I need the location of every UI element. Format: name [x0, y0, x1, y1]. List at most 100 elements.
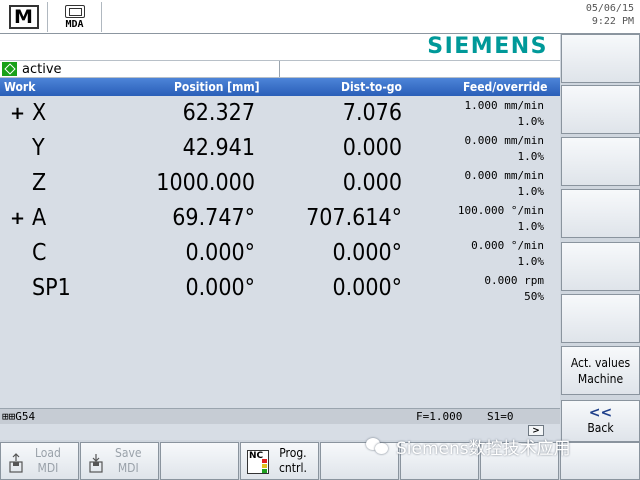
status-row: active — [0, 60, 560, 78]
axis-dist-to-go: 7.076 — [342, 100, 402, 126]
mda-mode-button[interactable]: MDA — [48, 2, 102, 32]
act-values-label-line2: Machine — [577, 371, 624, 386]
work-offset-text: ⊞⊞G54 — [2, 410, 36, 423]
brand-row: SIEMENS — [0, 34, 560, 60]
axis-position: 0.000° — [185, 275, 255, 301]
back-button[interactable]: << Back — [561, 400, 640, 442]
load-mdi-label: Load MDI — [35, 446, 61, 476]
axis-name: C — [32, 240, 47, 266]
axis-name: X — [32, 100, 47, 126]
vertical-softkey-5[interactable] — [561, 242, 640, 291]
time-text: 9:22 PM — [591, 16, 634, 27]
main-panel: SIEMENS active Work Position [mm] Dist-t… — [0, 34, 560, 440]
override-value: 1.0% — [517, 150, 545, 163]
status-divider — [279, 61, 280, 77]
axis-feed: 0.000 °/min 1.0% — [471, 238, 544, 270]
prog-cntrl-label: Prog. cntrl. — [279, 446, 307, 476]
top-bar: M MDA 05/06/15 9:22 PM — [0, 0, 640, 34]
vertical-softkey-1[interactable] — [561, 34, 640, 83]
header-dist-to-go: Dist-to-go — [341, 80, 402, 94]
feed-value: 0.000 mm/min — [464, 169, 544, 182]
machine-mode-icon: M — [8, 5, 39, 29]
axis-name: SP1 — [32, 275, 71, 301]
machine-mode-button[interactable]: M — [0, 2, 48, 32]
axis-name: Y — [32, 135, 45, 161]
axis-row-z: Z 1000.000 0.000 0.000 mm/min 1.0% — [0, 168, 560, 203]
axis-row-a: + A 69.747° 707.614° 100.000 °/min 1.0% — [0, 203, 560, 238]
feed-value: 100.000 °/min — [457, 204, 544, 217]
mda-icon — [64, 4, 85, 18]
axis-dist-to-go: 0.000° — [332, 275, 402, 301]
horizontal-softkey-3[interactable] — [160, 442, 239, 480]
table-header: Work Position [mm] Dist-to-go Feed/overr… — [0, 78, 560, 96]
axis-mark: + — [10, 103, 26, 124]
feed-value: 0.000 °/min — [471, 239, 544, 252]
act-values-machine-button[interactable]: Act. values Machine — [561, 346, 640, 395]
back-label: Back — [587, 421, 614, 435]
wechat-logo-icon — [366, 436, 390, 456]
axis-feed: 0.000 mm/min 1.0% — [465, 133, 544, 165]
load-mdi-button[interactable]: Load MDI — [0, 442, 79, 480]
axis-name: A — [32, 205, 47, 231]
feed-rate-text: F=1.000 — [416, 410, 463, 423]
override-value: 1.0% — [517, 185, 545, 198]
axis-row-sp1: SP1 0.000° 0.000° 0.000 rpm 50% — [0, 273, 560, 308]
axis-dist-to-go: 0.000° — [332, 240, 402, 266]
prog-cntrl-button[interactable]: NC Prog. cntrl. — [240, 442, 319, 480]
back-arrow-icon: << — [588, 405, 613, 421]
axis-dist-to-go: 0.000 — [342, 170, 402, 196]
load-mdi-line2: MDI — [37, 461, 59, 475]
header-position: Position [mm] — [174, 80, 260, 94]
feed-value: 1.000 mm/min — [464, 99, 544, 112]
override-value: 1.0% — [517, 115, 545, 128]
status-line: ⊞⊞G54 F=1.000 S1=0 — [0, 408, 560, 424]
mda-label: MDA — [65, 18, 84, 30]
prog-cntrl-line1: Prog. — [279, 446, 307, 460]
axis-feed: 1.000 mm/min 1.0% — [465, 98, 544, 130]
status-text: active — [22, 62, 62, 77]
save-mdi-line2: MDI — [117, 461, 139, 475]
siemens-logo: SIEMENS — [427, 34, 548, 59]
vertical-softkey-4[interactable] — [561, 189, 640, 238]
save-mdi-button[interactable]: Save MDI — [80, 442, 159, 480]
vertical-softkey-3[interactable] — [561, 137, 640, 186]
act-values-label-line1: Act. values — [570, 355, 631, 370]
header-feed-override: Feed/override — [463, 80, 548, 94]
traffic-light-icon — [262, 459, 267, 473]
axis-position: 0.000° — [185, 240, 255, 266]
date-time: 05/06/15 9:22 PM — [586, 2, 634, 28]
feed-value: 0.000 rpm — [484, 274, 544, 287]
axis-mark: + — [10, 208, 26, 229]
axis-row-x: + X 62.327 7.076 1.000 mm/min 1.0% — [0, 98, 560, 133]
axis-dist-to-go: 0.000 — [342, 135, 402, 161]
axis-name: Z — [32, 170, 47, 196]
axis-position: 1000.000 — [156, 170, 255, 196]
override-value: 50% — [524, 290, 544, 303]
save-mdi-line1: Save — [115, 446, 142, 460]
save-mdi-label: Save MDI — [115, 446, 142, 476]
load-icon — [9, 453, 23, 473]
save-icon — [89, 454, 103, 473]
axis-feed: 100.000 °/min 1.0% — [458, 203, 544, 235]
nc-program-icon: NC — [247, 450, 269, 474]
axis-position: 69.747° — [172, 205, 255, 231]
spindle-speed-text: S1=0 — [487, 410, 514, 423]
load-mdi-line1: Load — [35, 446, 61, 460]
active-diamond-icon — [2, 62, 17, 76]
axis-position: 42.941 — [182, 135, 255, 161]
axis-position: 62.327 — [182, 100, 255, 126]
prog-cntrl-line2: cntrl. — [279, 461, 307, 475]
axis-row-c: C 0.000° 0.000° 0.000 °/min 1.0% — [0, 238, 560, 273]
axis-dist-to-go: 707.614° — [306, 205, 402, 231]
axis-feed: 0.000 mm/min 1.0% — [465, 168, 544, 200]
watermark-text: Siemens数控技术应用 — [396, 438, 571, 459]
override-value: 1.0% — [517, 220, 545, 233]
vertical-softkey-6[interactable] — [561, 294, 640, 343]
axis-feed: 0.000 rpm 50% — [484, 273, 544, 305]
override-value: 1.0% — [517, 255, 545, 268]
horizontal-softkey-8[interactable] — [560, 442, 640, 480]
vertical-softkey-2[interactable] — [561, 85, 640, 134]
header-work: Work — [4, 80, 36, 94]
axis-row-y: Y 42.941 0.000 0.000 mm/min 1.0% — [0, 133, 560, 168]
feed-value: 0.000 mm/min — [464, 134, 544, 147]
